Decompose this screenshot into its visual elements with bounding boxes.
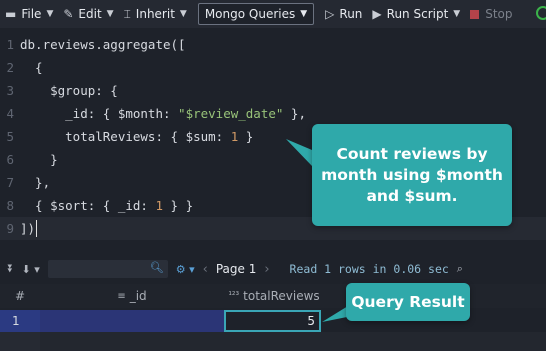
cell-id[interactable] (40, 310, 224, 332)
code-text: $group: { (20, 83, 118, 98)
scroll-down-icon[interactable]: ⏬︎ (8, 262, 14, 276)
code-line: 3 $group: { (0, 79, 546, 102)
check-circle-icon[interactable] (536, 6, 546, 20)
run-script-button[interactable]: ▶ Run Script ▼ (367, 0, 465, 28)
main-toolbar: ▬ File ▼ ✎ Edit ▼ ⌶ Inherit ▼ Mongo Quer… (0, 0, 546, 28)
grid-empty-area (40, 332, 546, 351)
cursor-icon: ⌶ (123, 6, 131, 21)
line-number: 5 (6, 129, 14, 144)
results-toolbar: ⏬︎ ⬇ ▾ 🔍︎ ⚙ ▾ ‹ Page 1 › Read 1 rows in … (0, 256, 546, 282)
query-status: Read 1 rows in 0.06 sec (289, 262, 449, 276)
number-literal: 1 (155, 198, 163, 213)
line-number: 7 (6, 175, 14, 190)
search-icon[interactable]: 🔍︎ (150, 261, 164, 274)
chevron-down-icon: ▼ (300, 9, 308, 19)
chevron-down-icon: ▼ (179, 9, 187, 19)
run-button-label: Run (339, 7, 363, 21)
code-text: db.reviews.aggregate([ (20, 37, 186, 52)
text-cursor (36, 220, 38, 237)
file-menu[interactable]: ▬ File ▼ (0, 0, 58, 28)
code-segment: totalReviews: { $sum: (20, 129, 231, 144)
code-line: 1 db.reviews.aggregate([ (0, 33, 546, 56)
page-label: Page 1 (215, 262, 257, 276)
code-text: } (20, 152, 58, 167)
line-number: 8 (6, 198, 14, 213)
query-result-callout: Query Result (346, 283, 470, 321)
next-page-button[interactable]: › (264, 262, 269, 277)
code-segment: } (238, 129, 254, 144)
play-icon: ▶ (372, 7, 382, 21)
query-mode-select[interactable]: Mongo Queries ▼ (197, 3, 315, 25)
stop-label: Stop (485, 7, 513, 21)
code-text: { (20, 60, 43, 75)
line-number: 6 (6, 152, 14, 167)
line-number: 2 (6, 60, 14, 75)
file-menu-label: File (21, 7, 42, 21)
line-number: 9 (6, 221, 14, 236)
code-text: ]) (20, 221, 36, 236)
code-text: totalReviews: { $sum: 1 } (20, 129, 253, 144)
stop-button[interactable]: Stop (465, 0, 517, 28)
search-icon[interactable]: ⌕ (457, 262, 463, 276)
code-text: { $sort: { _id: 1 } } (20, 198, 193, 213)
inherit-menu-label: Inherit (135, 7, 175, 21)
pencil-icon: ✎ (63, 7, 74, 21)
code-line: 2 { (0, 56, 546, 79)
grid-empty-gutter (0, 332, 40, 351)
run-script-label: Run Script (386, 7, 449, 21)
code-segment: }, (283, 106, 306, 121)
column-header-index[interactable]: # (0, 284, 40, 308)
edit-menu-label: Edit (78, 7, 102, 21)
code-explanation-callout: Count reviews by month using $month and … (312, 124, 512, 226)
code-line: 4 _id: { $month: "$review_date" }, (0, 102, 546, 125)
play-icon: ▷ (325, 7, 335, 21)
previous-page-button[interactable]: ‹ (203, 262, 208, 277)
line-number: 4 (6, 106, 14, 121)
column-header-label: _id (129, 289, 147, 303)
code-segment: { $sort: { _id: (20, 198, 156, 213)
query-mode-value: Mongo Queries (204, 7, 296, 21)
edit-menu[interactable]: ✎ Edit ▼ (58, 0, 118, 28)
results-filter-input[interactable]: 🔍︎ (47, 260, 168, 278)
chevron-down-icon: ▼ (106, 9, 114, 19)
column-header-id[interactable]: ≡ _id (40, 284, 224, 308)
run-button[interactable]: ▷ Run (320, 0, 367, 28)
cell-total-reviews[interactable]: 5 (224, 310, 321, 332)
number-type-icon: ¹²³ (228, 291, 240, 301)
code-text: _id: { $month: "$review_date" }, (20, 106, 306, 121)
inherit-menu[interactable]: ⌶ Inherit ▼ (119, 0, 192, 28)
column-header-total-reviews[interactable]: ¹²³ totalReviews (224, 284, 324, 308)
chevron-down-icon: ▼ (46, 9, 54, 19)
line-number: 1 (6, 37, 14, 52)
line-number: 3 (6, 83, 14, 98)
row-index: 1 (0, 310, 40, 332)
list-icon: ≡ (117, 290, 126, 302)
chevron-down-icon: ▼ (453, 9, 461, 19)
string-literal: "$review_date" (178, 106, 284, 121)
export-icon[interactable]: ⬇ ▾ (22, 263, 40, 276)
code-segment: _id: { $month: (20, 106, 179, 121)
gear-icon[interactable]: ⚙ ▾ (176, 263, 195, 276)
code-segment: } } (163, 198, 194, 213)
column-header-label: totalReviews (243, 289, 320, 303)
stop-icon (470, 9, 480, 19)
code-text: }, (20, 175, 51, 190)
folder-icon: ▬ (5, 7, 17, 21)
